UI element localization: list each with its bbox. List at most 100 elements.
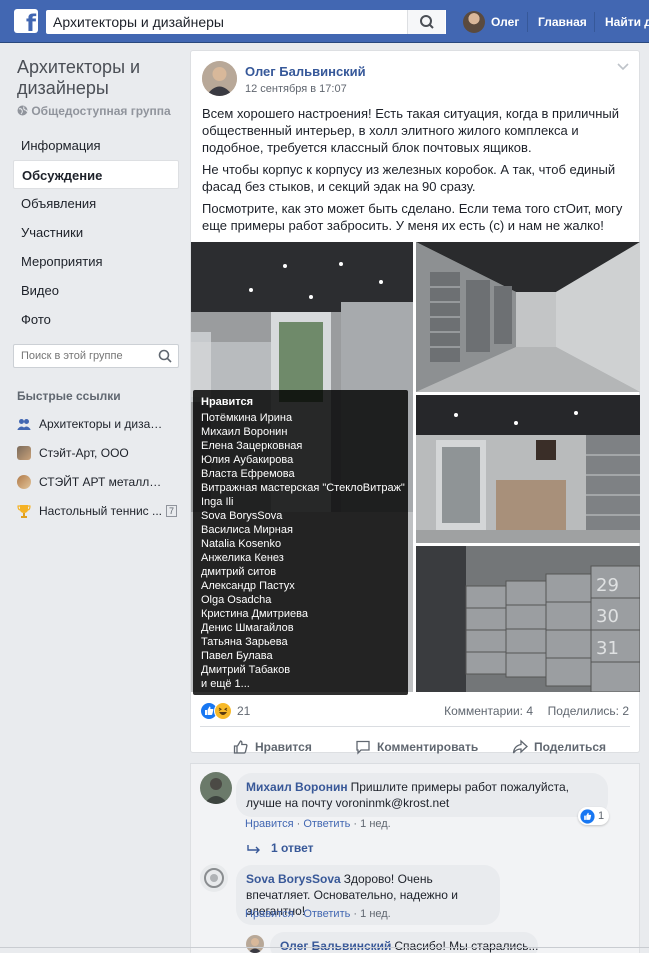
- divider: [190, 763, 640, 764]
- group-nav-discussion[interactable]: Обсуждение: [13, 160, 179, 189]
- nav-divider: [594, 12, 595, 32]
- group-nav-info[interactable]: Информация: [13, 131, 179, 160]
- liker-name: Михаил Воронин: [201, 426, 288, 438]
- like-button[interactable]: Нравится: [233, 737, 312, 757]
- search-icon[interactable]: [158, 349, 172, 363]
- comment-like-link[interactable]: Нравится: [245, 908, 294, 920]
- global-search-input[interactable]: [46, 10, 406, 34]
- page-icon: [17, 474, 31, 489]
- quick-link[interactable]: Архитекторы и дизайн...: [17, 409, 182, 438]
- comment-age[interactable]: 1 нед.: [360, 908, 391, 920]
- find-friends-link[interactable]: Найти др: [605, 15, 649, 29]
- share-button[interactable]: Поделиться: [512, 737, 606, 757]
- liker-name: Кристина Дмитриева: [201, 608, 309, 620]
- comment-reply-link[interactable]: Ответить: [303, 908, 350, 920]
- comment-likes-badge[interactable]: 1: [578, 807, 610, 825]
- window-bottom-edge: [0, 947, 649, 948]
- home-link[interactable]: Главная: [538, 15, 587, 29]
- share-button-label: Поделиться: [534, 740, 607, 754]
- haha-reaction-icon[interactable]: [214, 702, 232, 720]
- group-nav-announcements[interactable]: Объявления: [13, 189, 179, 218]
- quick-links: Архитекторы и дизайн... Стэйт-Арт, ООО С…: [17, 409, 182, 525]
- group-search: [13, 344, 179, 368]
- quick-links-title: Быстрые ссылки: [17, 389, 121, 403]
- liker-name: Власта Ефремова: [201, 468, 295, 480]
- reactions-summary: 21 Комментарии: 4 Поделились: 2: [200, 702, 640, 720]
- reactions-count[interactable]: 21: [237, 704, 250, 718]
- user-avatar[interactable]: [463, 11, 485, 33]
- liker-name: дмитрий ситов: [201, 566, 277, 578]
- comment-button-label: Комментировать: [377, 740, 479, 754]
- post-author-avatar[interactable]: [202, 61, 237, 96]
- liker-name: Витражная мастерская "СтеклоВитраж": [201, 482, 405, 494]
- quick-link[interactable]: Настольный теннис ... 7: [17, 496, 182, 525]
- post-photo[interactable]: [416, 242, 640, 392]
- group-nav-videos[interactable]: Видео: [13, 276, 179, 305]
- svg-text:31: 31: [596, 638, 619, 659]
- liker-name: Olga Osadcha: [201, 594, 272, 606]
- comments-count[interactable]: Комментарии: 4: [444, 704, 533, 718]
- comment-author[interactable]: Михаил Воронин: [246, 780, 348, 794]
- quick-link[interactable]: СТЭЙТ АРТ металл и ...: [17, 467, 182, 496]
- comment-meta: Нравится · Ответить · 1 нед.: [245, 908, 391, 920]
- comment-like-link[interactable]: Нравится: [245, 818, 294, 830]
- comment-age[interactable]: 1 нед.: [360, 818, 391, 830]
- liker-name: Татьяна Зарьева: [201, 636, 288, 648]
- group-privacy-label: Общедоступная группа: [31, 104, 171, 118]
- divider: [200, 726, 630, 727]
- trophy-icon: [17, 504, 31, 518]
- nav-divider: [527, 12, 528, 32]
- liker-name: Денис Шмагайлов: [201, 622, 294, 634]
- quick-link-label: СТЭЙТ АРТ металл и ...: [39, 474, 164, 489]
- group-nav-events[interactable]: Мероприятия: [13, 247, 179, 276]
- liker-name: Natalia Kosenko: [201, 538, 282, 550]
- search-button[interactable]: [407, 10, 445, 34]
- post-paragraph: Не чтобы корпус к корпусу из железных ко…: [202, 162, 616, 194]
- shares-count[interactable]: Поделились: 2: [548, 704, 629, 718]
- group-search-input[interactable]: [14, 345, 149, 367]
- post-timestamp[interactable]: 12 сентября в 17:07: [245, 83, 347, 95]
- post-photo[interactable]: [416, 395, 640, 543]
- group-nav-photos[interactable]: Фото: [13, 305, 179, 334]
- liker-name: Потёмкина Ирина: [201, 412, 293, 424]
- user-profile-link[interactable]: Олег: [491, 15, 519, 29]
- comment-meta: Нравится · Ответить · 1 нед.: [245, 818, 391, 830]
- quick-link-label: Архитекторы и дизайн...: [39, 416, 164, 431]
- post-body: Всем хорошего настроения! Есть такая сит…: [202, 105, 634, 239]
- liker-name: Василиса Мирная: [201, 524, 293, 536]
- commenter-avatar[interactable]: [200, 864, 228, 892]
- comment-author[interactable]: Sova BorysSova: [246, 872, 341, 886]
- comment-bubble: Михаил Воронин Пришлите примеры работ пож…: [236, 773, 608, 817]
- liker-name: Анжелика Кенез: [201, 552, 284, 564]
- likers-tooltip-title: Нравится: [201, 396, 254, 408]
- reply-arrow-icon: [247, 845, 260, 854]
- group-navigation: Информация Обсуждение Объявления Участни…: [13, 131, 179, 334]
- liker-name: Александр Пастух: [201, 580, 295, 592]
- commenter-avatar[interactable]: [200, 772, 232, 804]
- commenter-avatar[interactable]: [246, 935, 264, 953]
- group-privacy: Общедоступная группа: [17, 104, 171, 118]
- chevron-down-icon[interactable]: [617, 63, 629, 71]
- liker-name: Sova BorysSova: [201, 510, 283, 522]
- post-photo[interactable]: 29 30 31: [416, 546, 640, 692]
- view-replies-link[interactable]: 1 ответ: [271, 841, 314, 855]
- like-button-label: Нравится: [255, 740, 312, 754]
- liker-name: Елена Зацерковная: [201, 440, 303, 452]
- page-icon: [17, 445, 31, 460]
- post-author-name[interactable]: Олег Бальвинский: [245, 64, 366, 79]
- group-nav-members[interactable]: Участники: [13, 218, 179, 247]
- quick-link-label: Настольный теннис ...: [39, 503, 162, 518]
- comment-button[interactable]: Комментировать: [355, 737, 478, 757]
- group-icon: [17, 418, 31, 430]
- facebook-logo-icon[interactable]: f: [14, 9, 38, 33]
- comment-reply-link[interactable]: Ответить: [303, 818, 350, 830]
- comment-author[interactable]: Олег Бальвинский: [280, 939, 391, 953]
- comment-bubble: Олег Бальвинский Спасибо! Мы старались...: [270, 932, 538, 953]
- quick-link[interactable]: Стэйт-Арт, ООО: [17, 438, 182, 467]
- unread-count-badge: 7: [165, 504, 177, 517]
- post-paragraph: Всем хорошего настроения! Есть такая сит…: [202, 106, 619, 155]
- group-title[interactable]: Архитекторы и дизайнеры: [17, 57, 177, 99]
- comment-icon: [356, 740, 370, 755]
- likers-tooltip: Нравится Потёмкина Ирина Михаил Воронин …: [193, 390, 408, 695]
- liker-name: и ещё 1...: [201, 678, 250, 690]
